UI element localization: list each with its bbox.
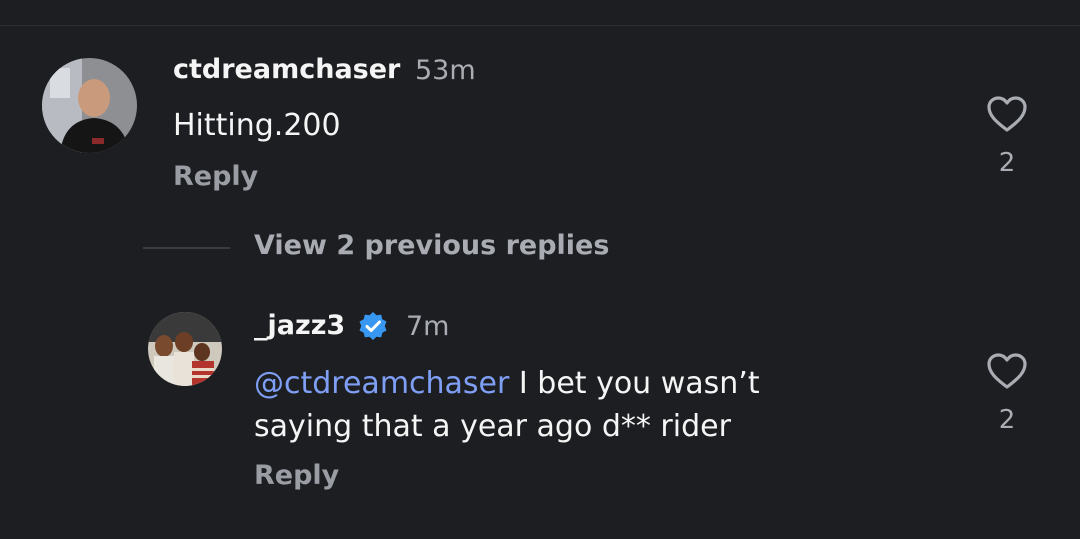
comment-text: @ctdreamchaser I bet you wasn’t saying t… (254, 362, 760, 448)
comment-username[interactable]: _jazz3 (254, 310, 345, 341)
comment-text-line-1: @ctdreamchaser I bet you wasn’t (254, 362, 760, 405)
comment-text: Hitting.200 (173, 108, 341, 143)
top-divider (0, 25, 1080, 26)
like-button[interactable] (985, 351, 1029, 391)
avatar[interactable] (42, 58, 137, 153)
user-photo-avatar-icon (42, 58, 137, 153)
comment-text-part: I bet you wasn’t (509, 366, 760, 401)
mention-link[interactable]: @ctdreamchaser (254, 366, 509, 401)
thread-line (143, 247, 230, 249)
avatar[interactable] (148, 312, 222, 386)
comment-text-line-2: saying that a year ago d** rider (254, 409, 731, 444)
like-count: 2 (998, 148, 1016, 178)
heart-icon (987, 353, 1027, 389)
user-photo-avatar-icon (148, 312, 222, 386)
reply-button[interactable]: Reply (254, 460, 339, 491)
comment-timestamp: 53m (415, 55, 476, 86)
comment-timestamp: 7m (406, 311, 450, 342)
comment-username[interactable]: ctdreamchaser (173, 54, 400, 85)
like-count: 2 (998, 405, 1016, 435)
verified-badge-icon (356, 310, 390, 344)
like-button[interactable] (985, 94, 1029, 134)
view-previous-replies-button[interactable]: View 2 previous replies (254, 230, 609, 261)
heart-icon (987, 96, 1027, 132)
reply-button[interactable]: Reply (173, 161, 258, 192)
